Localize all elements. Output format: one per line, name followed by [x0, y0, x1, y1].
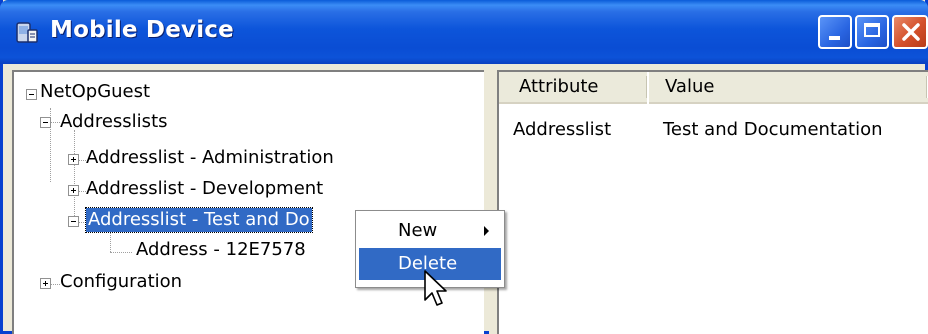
collapse-icon[interactable]	[40, 117, 51, 128]
attribute-list-view[interactable]: Attribute Value Addresslist Test and Doc…	[497, 70, 928, 334]
cell-attribute[interactable]: Addresslist	[513, 118, 611, 142]
tree-connector	[50, 284, 60, 285]
tree-item-address[interactable]: Address - 12E7578	[136, 238, 306, 262]
tree-item-addresslist-administration[interactable]: Addresslist - Administration	[86, 146, 334, 170]
menu-item-new-label: New	[398, 220, 438, 241]
expand-icon[interactable]	[68, 185, 79, 196]
tree-view[interactable]: NetOpGuest Addresslists Addresslist - Ad…	[12, 70, 484, 334]
tree-connector	[74, 130, 75, 224]
window-content: NetOpGuest Addresslists Addresslist - Ad…	[6, 64, 928, 334]
column-separator[interactable]	[646, 76, 648, 98]
submenu-arrow-icon	[484, 226, 489, 236]
mouse-pointer-icon	[424, 270, 447, 306]
collapse-icon[interactable]	[26, 89, 37, 100]
tree-connector	[110, 252, 132, 253]
menu-item-new[interactable]: New	[359, 215, 501, 247]
close-button[interactable]	[892, 15, 928, 49]
expand-icon[interactable]	[68, 154, 79, 165]
tree-connector	[110, 230, 111, 252]
maximize-button[interactable]	[855, 15, 889, 49]
tree-item-addresslists[interactable]: Addresslists	[60, 110, 168, 134]
collapse-icon[interactable]	[68, 216, 79, 227]
minimize-icon	[829, 36, 840, 40]
column-header-attribute-label: Attribute	[519, 76, 599, 97]
column-header-value-label: Value	[665, 76, 715, 97]
column-header-value[interactable]: Value	[649, 72, 928, 104]
title-bar[interactable]: Mobile Device	[0, 0, 928, 64]
mobile-device-app-icon	[16, 22, 38, 43]
close-icon	[902, 23, 920, 41]
tree-item-configuration[interactable]: Configuration	[60, 270, 182, 294]
column-header-attribute[interactable]: Attribute	[499, 72, 647, 104]
window-title: Mobile Device	[50, 17, 234, 43]
pane-splitter[interactable]	[489, 70, 497, 334]
tree-connector	[50, 122, 60, 123]
mobile-device-window: Mobile Device NetOpGuest Addresslists Ad…	[0, 0, 928, 334]
maximize-icon	[864, 23, 880, 37]
expand-icon[interactable]	[40, 278, 51, 289]
tree-item-netopguest[interactable]: NetOpGuest	[40, 80, 150, 104]
minimize-button[interactable]	[818, 15, 852, 49]
tree-item-addresslist-test[interactable]: Addresslist - Test and Do	[85, 207, 313, 233]
tree-item-addresslist-development[interactable]: Addresslist - Development	[86, 177, 323, 201]
cell-value[interactable]: Test and Documentation	[663, 118, 883, 142]
